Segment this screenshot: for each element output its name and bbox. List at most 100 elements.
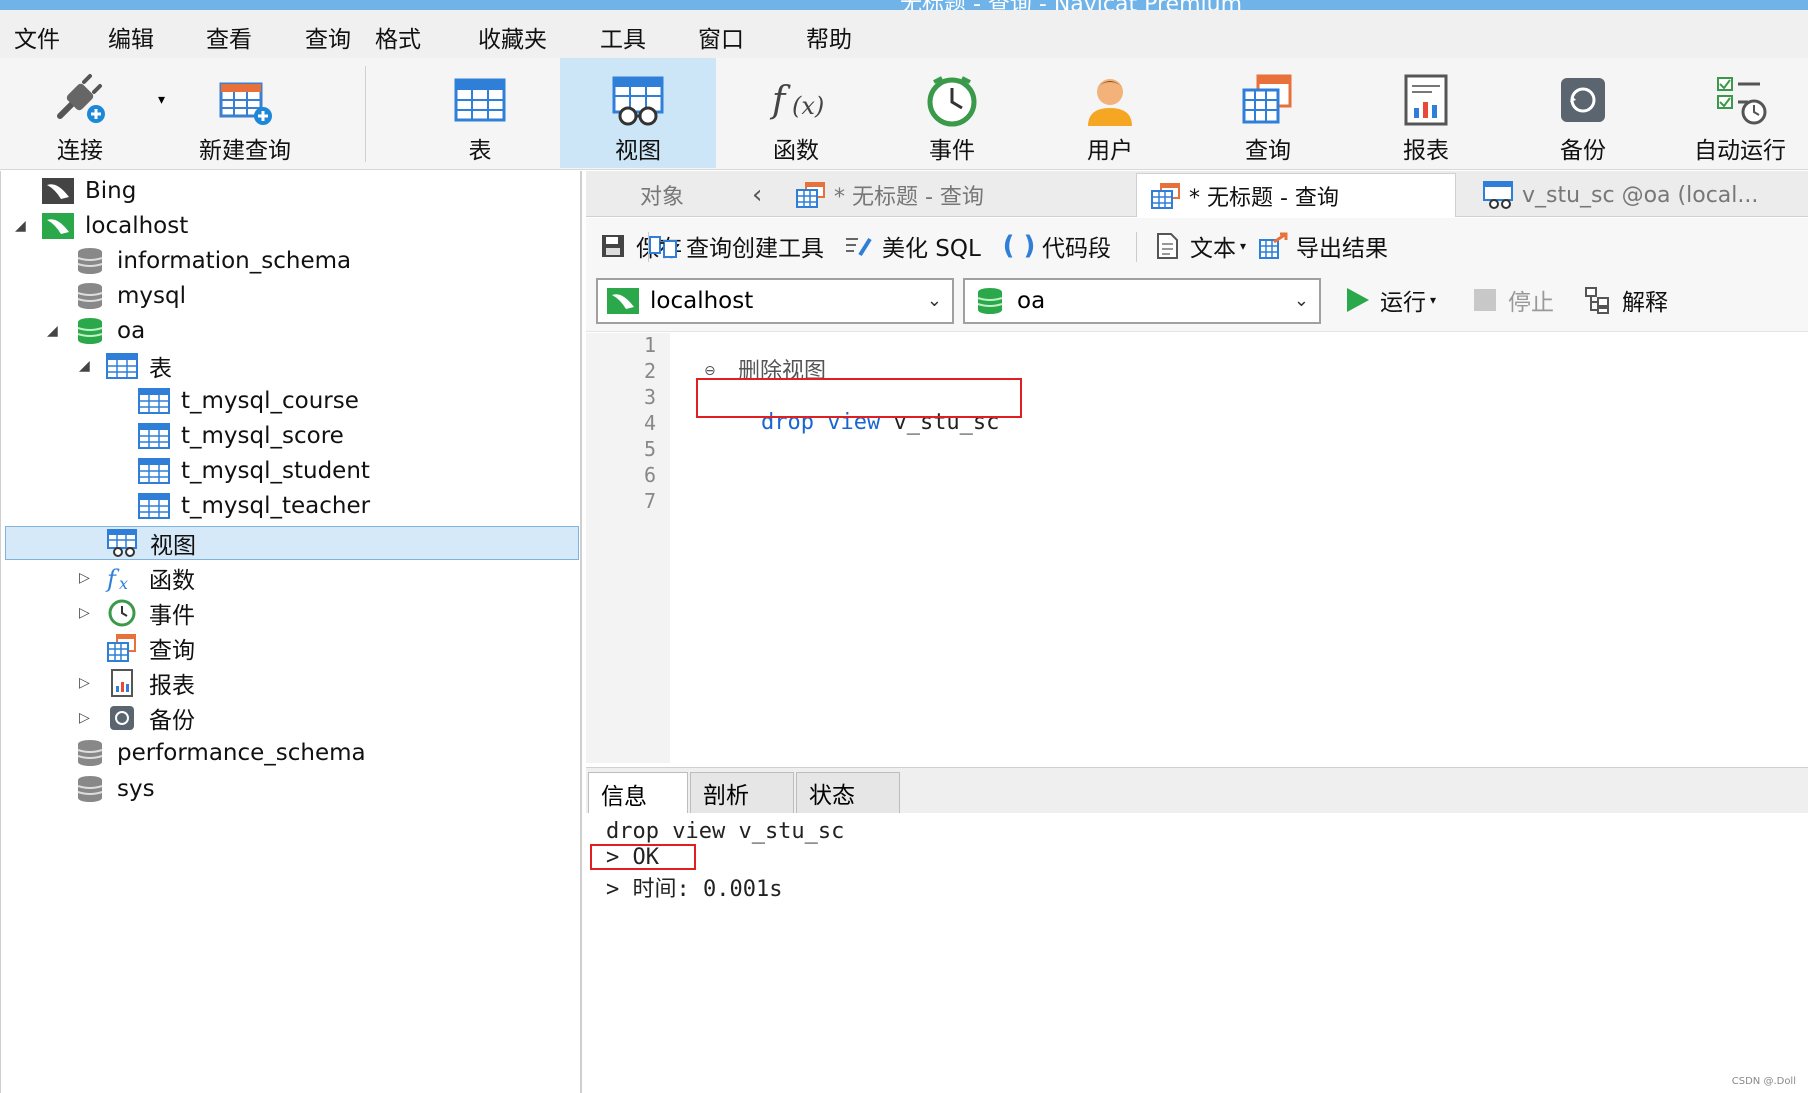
menu-help[interactable]: 帮助: [806, 20, 852, 54]
tree-item-backups[interactable]: ▷ 备份: [79, 701, 195, 735]
new-query-button[interactable]: 新建查询: [180, 58, 310, 168]
expand-icon[interactable]: ▷: [79, 605, 93, 621]
function-button[interactable]: f (x) 函数: [736, 58, 856, 168]
text-button[interactable]: 文本 ▾: [1152, 228, 1246, 264]
result-time: > 时间: 0.001s: [606, 877, 783, 902]
expand-icon[interactable]: ▷: [79, 570, 93, 586]
database-icon: [73, 738, 107, 768]
table-button[interactable]: 表: [420, 58, 540, 168]
menu-edit[interactable]: 编辑: [108, 20, 154, 54]
chevron-down-icon: ▾: [1430, 293, 1437, 307]
table-icon: [137, 456, 171, 486]
event-label: 事件: [929, 138, 975, 164]
tab-query-untitled-1[interactable]: * 无标题 - 查询: [782, 173, 1082, 217]
menu-query[interactable]: 查询: [305, 20, 351, 54]
collapse-icon[interactable]: ◢: [15, 218, 29, 234]
export-result-button[interactable]: 导出结果: [1258, 228, 1388, 264]
menu-view[interactable]: 查看: [206, 20, 252, 54]
view-icon: [1483, 181, 1513, 209]
chevron-down-icon: ▾: [1240, 239, 1247, 253]
query-icon: [796, 182, 825, 208]
line-number: 6: [643, 463, 656, 487]
menu-tools[interactable]: 工具: [600, 20, 646, 54]
tab-objects[interactable]: 对象: [586, 173, 738, 217]
tree-item-table[interactable]: t_mysql_score: [111, 419, 344, 453]
function-icon: f (x): [769, 80, 824, 121]
tree-item-views[interactable]: 视图: [5, 526, 579, 560]
menu-favorites[interactable]: 收藏夹: [478, 20, 547, 54]
query-builder-tool[interactable]: 查询创建工具: [648, 228, 824, 264]
tree-item-table[interactable]: t_mysql_student: [111, 454, 370, 488]
clock-icon: [927, 76, 977, 127]
tree-item-reports[interactable]: ▷ 报表: [79, 666, 195, 700]
tree-item-information-schema[interactable]: information_schema: [47, 244, 351, 278]
tree-item-oa[interactable]: ◢ oa: [47, 314, 145, 348]
tree-item-table[interactable]: t_mysql_teacher: [111, 489, 370, 523]
connect-button[interactable]: 连接: [10, 58, 150, 168]
backup-button[interactable]: 备份: [1523, 58, 1643, 168]
tree-item-functions[interactable]: ▷ fx 函数: [79, 561, 195, 595]
explain-icon: [1584, 285, 1614, 315]
automation-button[interactable]: 自动运行: [1680, 58, 1800, 168]
report-button[interactable]: 报表: [1366, 58, 1486, 168]
view-button[interactable]: 视图: [560, 58, 716, 168]
query-button[interactable]: 查询: [1208, 58, 1328, 168]
line-number: 2: [643, 359, 656, 383]
line-number: 1: [643, 333, 656, 357]
tree-label-views: 视图: [150, 533, 196, 559]
toolbar-separator: [365, 66, 366, 162]
tree-item-table[interactable]: t_mysql_course: [111, 384, 359, 418]
play-icon: [1342, 285, 1372, 315]
tree-label-sys: sys: [117, 776, 155, 802]
tree-item-mysql[interactable]: mysql: [47, 279, 186, 313]
tab-profile[interactable]: 剖析: [690, 772, 794, 814]
menu-window[interactable]: 窗口: [698, 20, 744, 54]
tab-view-v-stu-sc[interactable]: v_stu_sc @oa (local...: [1470, 173, 1800, 217]
stop-button[interactable]: 停止: [1470, 282, 1554, 318]
user-button[interactable]: 用户: [1050, 58, 1170, 168]
database-select[interactable]: oa ⌄: [963, 278, 1321, 324]
connection-select[interactable]: localhost ⌄: [596, 278, 954, 324]
run-button[interactable]: 运行 ▾: [1342, 282, 1436, 318]
line-number: 5: [643, 437, 656, 461]
tree-label-queries: 查询: [149, 638, 195, 664]
tree-item-performance-schema[interactable]: performance_schema: [47, 736, 366, 770]
separator: [1136, 232, 1137, 262]
tree-item-sys[interactable]: sys: [47, 772, 155, 806]
tab-scroll-left-icon[interactable]: ‹: [746, 173, 776, 217]
beautify-sql-button[interactable]: 美化 SQL: [844, 228, 981, 264]
tree-label-table: t_mysql_student: [181, 458, 370, 484]
database-icon: [73, 316, 107, 346]
code-snippet-button[interactable]: ( ) 代码段: [1003, 228, 1111, 264]
fold-icon[interactable]: ⊖: [704, 363, 716, 379]
tab-query-untitled-2[interactable]: * 无标题 - 查询: [1136, 173, 1456, 217]
tree-label-table: t_mysql_score: [181, 423, 344, 449]
event-button[interactable]: 事件: [892, 58, 1012, 168]
explain-button[interactable]: 解释: [1584, 282, 1668, 318]
tree-label-functions: 函数: [149, 568, 195, 594]
svg-text:f: f: [105, 565, 120, 593]
tree-item-tables[interactable]: ◢ 表: [79, 349, 172, 383]
tab-status[interactable]: 状态: [796, 772, 900, 814]
connect-dropdown-icon[interactable]: ▾: [158, 92, 165, 108]
tree-item-events[interactable]: ▷ 事件: [79, 596, 195, 630]
navigation-tree: Bing ◢ localhost information_schema mysq…: [0, 171, 582, 1093]
expand-icon[interactable]: ▷: [79, 675, 93, 691]
report-icon: [105, 668, 139, 698]
tree-item-queries[interactable]: 查询: [79, 631, 195, 665]
query-icon: [1151, 182, 1180, 209]
result-statement: drop view v_stu_sc: [606, 819, 845, 844]
tree-item-localhost[interactable]: ◢ localhost: [15, 209, 188, 243]
menu-format[interactable]: 格式: [375, 20, 421, 54]
table-icon: [137, 386, 171, 416]
chevron-down-icon: ⌄: [926, 290, 942, 311]
tree-item-bing[interactable]: Bing: [15, 174, 136, 208]
sql-editor[interactable]: 1 2 3 4 5 6 7 ⊖ 删除视图 drop view v_stu_sc: [586, 333, 1808, 763]
expand-icon[interactable]: ▷: [79, 710, 93, 726]
query-toolbar: 保存 查询创建工具 美化 SQL ( ) 代码段 文本 ▾ 导出结果: [586, 218, 1808, 274]
tab-info[interactable]: 信息: [588, 772, 688, 814]
function-icon: fx: [105, 563, 139, 593]
collapse-icon[interactable]: ◢: [79, 358, 93, 374]
collapse-icon[interactable]: ◢: [47, 323, 61, 339]
menu-file[interactable]: 文件: [14, 20, 60, 54]
